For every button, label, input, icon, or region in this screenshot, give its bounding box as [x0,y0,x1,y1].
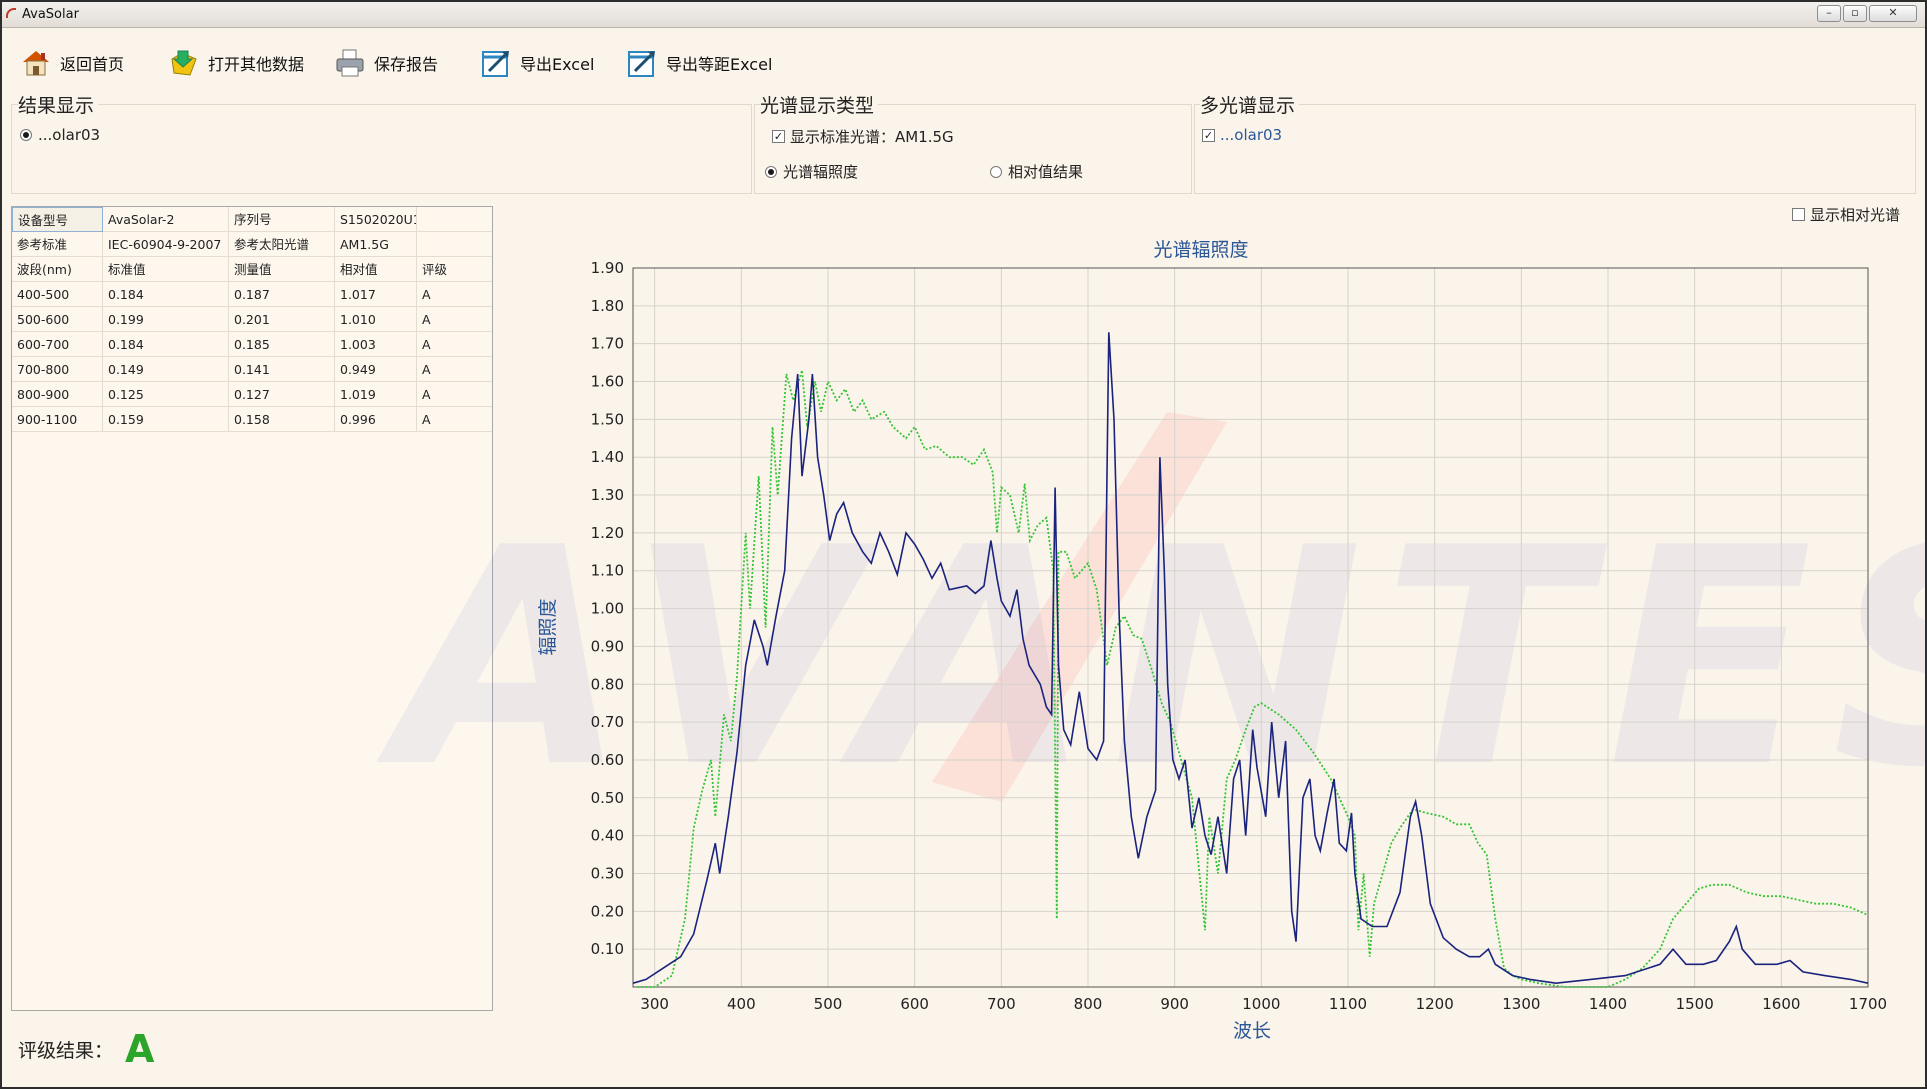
y-tick-label: 1.10 [591,562,624,580]
chart-title: 光谱辐照度 [1153,239,1248,261]
y-axis-label: 辐照度 [537,598,559,655]
y-tick-label: 0.30 [591,864,624,882]
app-window: AvaSolar – ▫ ✕ 返回首页 打开其他数据 保存报告 导出Excel … [0,0,1927,1089]
x-tick-label: 1200 [1416,995,1454,1013]
x-tick-label: 1400 [1589,995,1627,1013]
y-tick-label: 1.50 [591,410,624,428]
x-tick-label: 1100 [1329,995,1367,1013]
x-tick-label: 900 [1160,995,1189,1013]
x-tick-label: 1300 [1502,995,1540,1013]
spectrum-chart: AVANTES 0.100.200.300.400.500.600.700.80… [372,239,1927,1042]
x-tick-label: 400 [727,995,756,1013]
y-tick-label: 1.80 [591,297,624,315]
y-tick-label: 1.40 [591,448,624,466]
x-tick-label: 300 [640,995,669,1013]
y-tick-label: 0.70 [591,713,624,731]
y-tick-label: 1.30 [591,486,624,504]
x-tick-label: 700 [987,995,1016,1013]
y-tick-label: 0.20 [591,902,624,920]
y-tick-label: 0.50 [591,789,624,807]
x-tick-label: 800 [1074,995,1103,1013]
y-tick-label: 0.10 [591,940,624,958]
y-tick-label: 1.60 [591,373,624,391]
x-axis: 300 400 500 600 700 800 900 1000 1100 1200 1300 140… [640,995,1887,1013]
x-axis-label: 波长 [1233,1020,1271,1042]
y-axis: 0.10 0.20 0.30 0.40 0.50 0.60 0.70 0.80 0.90 1.00… [591,259,624,958]
x-tick-label: 1000 [1242,995,1280,1013]
y-tick-label: 0.60 [591,751,624,769]
y-tick-label: 1.90 [591,259,624,277]
y-tick-label: 0.40 [591,827,624,845]
x-tick-label: 1600 [1762,995,1800,1013]
x-tick-label: 1500 [1676,995,1714,1013]
y-tick-label: 1.00 [591,600,624,618]
y-tick-label: 1.70 [591,335,624,353]
y-tick-label: 0.80 [591,675,624,693]
y-tick-label: 1.20 [591,524,624,542]
x-tick-label: 1700 [1849,995,1887,1013]
x-tick-label: 600 [900,995,929,1013]
x-tick-label: 500 [814,995,843,1013]
y-tick-label: 0.90 [591,637,624,655]
